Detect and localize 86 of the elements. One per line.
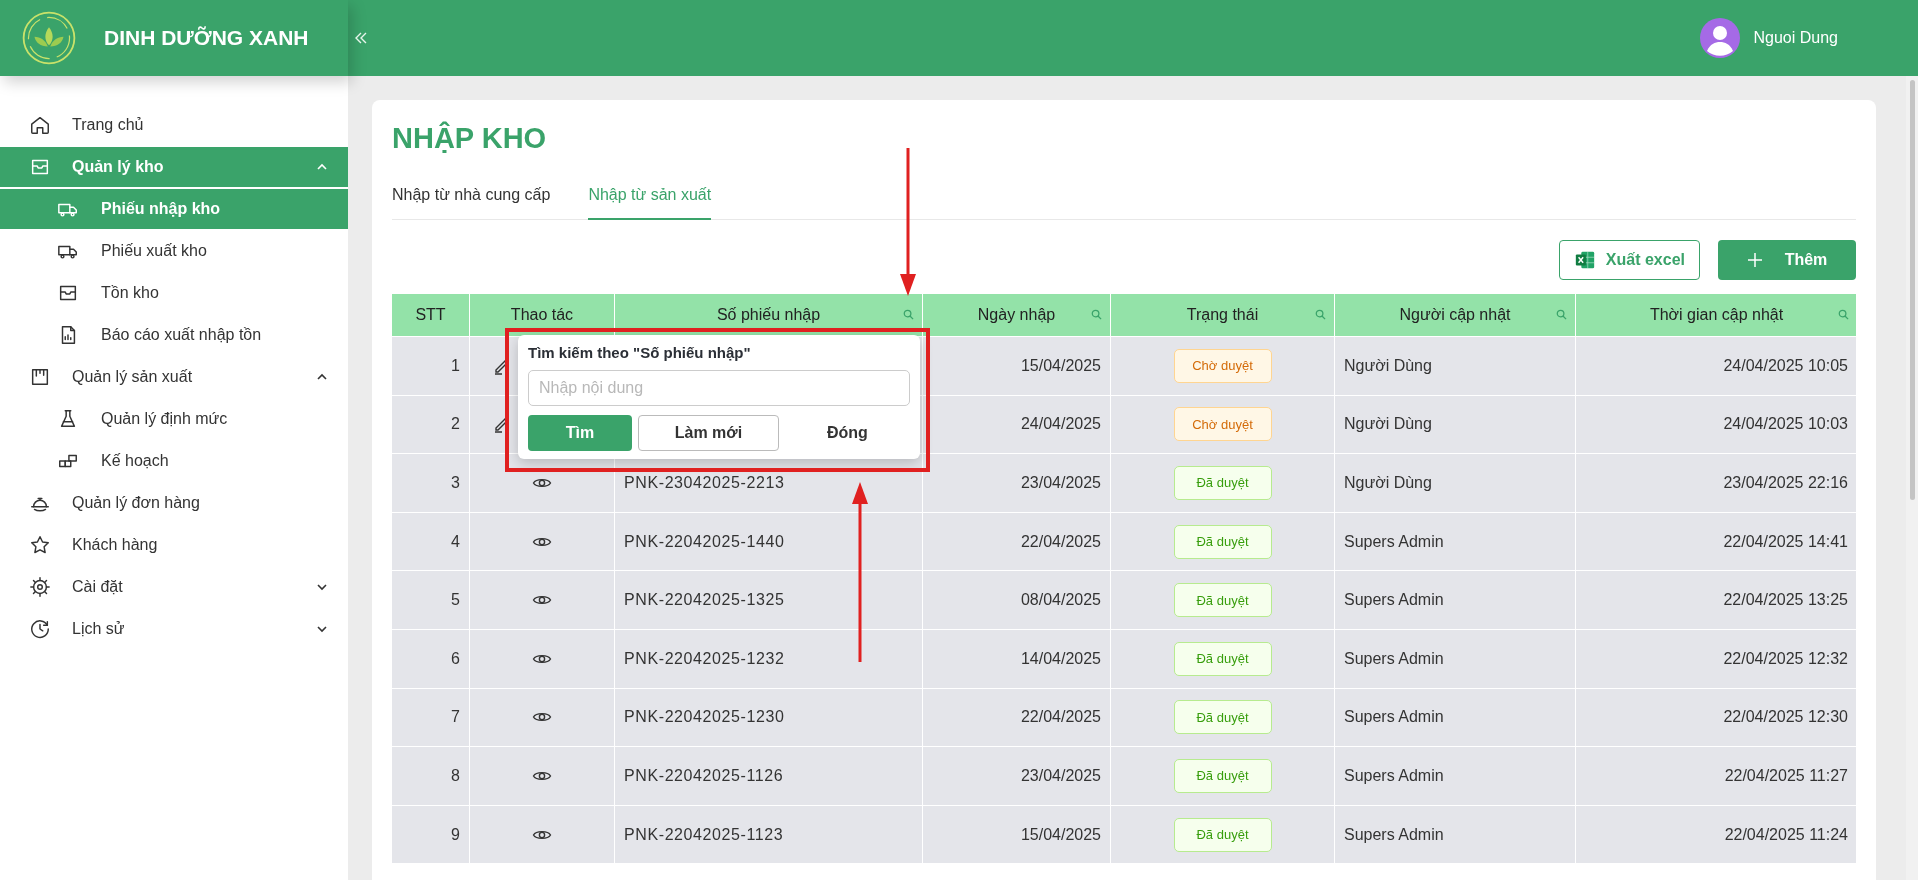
sidebar-item[interactable]: Cài đặt bbox=[0, 567, 348, 607]
status-badge: Đã duyệt bbox=[1173, 583, 1272, 618]
table-cell: 24/04/2025 bbox=[1020, 415, 1101, 434]
table-cell: 22/04/2025 14:41 bbox=[1723, 532, 1848, 551]
reset-button[interactable]: Làm mới bbox=[638, 415, 779, 451]
table-cell: 23/04/2025 22:16 bbox=[1723, 474, 1848, 492]
leaf-logo-icon bbox=[20, 9, 78, 67]
home-icon bbox=[29, 114, 51, 136]
sidebar-subitem[interactable]: Tồn kho bbox=[0, 273, 348, 313]
table-cell: 22/04/2025 11:27 bbox=[1724, 766, 1848, 785]
sidebar-subitem[interactable]: Báo cáo xuất nhập tồn bbox=[0, 315, 348, 355]
board-icon bbox=[29, 366, 51, 388]
table-cell: Người Dùng bbox=[1344, 356, 1432, 375]
plus-icon bbox=[1746, 252, 1763, 268]
table-cell: 7 bbox=[451, 708, 460, 727]
table-cell: 22/04/2025 11:24 bbox=[1724, 825, 1848, 844]
table-cell: 3 bbox=[451, 474, 460, 492]
table-cell: 5 bbox=[451, 591, 460, 610]
table-cell: 4 bbox=[451, 532, 460, 551]
status-badge: Đã duyệt bbox=[1173, 641, 1272, 676]
table-cell: Supers Admin bbox=[1344, 766, 1444, 785]
column-header: Ngày nhập bbox=[923, 294, 1111, 336]
scrollbar-thumb[interactable] bbox=[1909, 80, 1915, 500]
avatar-icon[interactable] bbox=[1699, 18, 1740, 58]
table-cell: Người Dùng bbox=[1344, 415, 1432, 434]
brand-name: DINH DƯỠNG XANH bbox=[104, 26, 309, 50]
collapse-icon[interactable] bbox=[354, 31, 368, 45]
table-cell: 15/04/2025 bbox=[1020, 825, 1101, 844]
table-cell: 6 bbox=[451, 649, 460, 668]
table-cell: 2 bbox=[451, 415, 460, 434]
table-cell: 08/04/2025 bbox=[1020, 591, 1101, 610]
table-cell: PNK-22042025-1126 bbox=[624, 766, 784, 785]
table-cell: Supers Admin bbox=[1344, 708, 1444, 727]
column-header: Thời gian cập nhật bbox=[1576, 294, 1858, 336]
table-cell: 14/04/2025 bbox=[1020, 649, 1101, 668]
table-cell: PNK-22042025-1123 bbox=[624, 825, 784, 844]
table-cell: 22/04/2025 13:25 bbox=[1723, 591, 1848, 610]
table-cell: 1 bbox=[451, 356, 460, 375]
search-input[interactable]: Nhập nội dung bbox=[528, 370, 910, 406]
column-header: Trạng thái bbox=[1111, 294, 1335, 336]
history-icon bbox=[29, 618, 51, 640]
table-cell: 9 bbox=[451, 825, 460, 844]
sidebar-item[interactable]: Lịch sử bbox=[0, 609, 348, 649]
spreadsheet-icon bbox=[1573, 249, 1596, 271]
table-cell: PNK-22042025-1325 bbox=[624, 591, 785, 610]
star-icon bbox=[29, 534, 51, 556]
status-badge: Đã duyệt bbox=[1173, 700, 1272, 735]
status-badge: Đã duyệt bbox=[1173, 758, 1272, 793]
table-cell: 23/04/2025 bbox=[1020, 766, 1101, 785]
tab[interactable]: Nhập từ nhà cung cấp bbox=[392, 178, 551, 220]
close-button[interactable]: Đóng bbox=[784, 415, 910, 451]
table-cell: PNK-22042025-1440 bbox=[624, 532, 785, 551]
table-cell: 24/04/2025 10:05 bbox=[1723, 356, 1848, 375]
sidebar-subitem[interactable]: Kế hoạch bbox=[0, 441, 348, 481]
popup-title: Tìm kiếm theo "Số phiếu nhập" bbox=[528, 344, 752, 361]
table-cell: Người Dùng bbox=[1344, 474, 1432, 492]
table-cell: 23/04/2025 bbox=[1020, 474, 1101, 492]
sidebar-item[interactable]: Quản lý sản xuất bbox=[0, 357, 348, 397]
sidebar-item[interactable]: Trang chủ bbox=[0, 105, 348, 145]
table-cell: PNK-22042025-1230 bbox=[624, 708, 785, 727]
table-cell: 8 bbox=[451, 766, 460, 785]
table-cell: 22/04/2025 bbox=[1020, 532, 1101, 551]
table-cell: Supers Admin bbox=[1344, 649, 1444, 668]
column-header: STT bbox=[392, 294, 470, 336]
table-cell: 22/04/2025 12:32 bbox=[1723, 649, 1848, 668]
status-badge: Đã duyệt bbox=[1173, 466, 1272, 500]
sidebar-item[interactable]: Khách hàng bbox=[0, 525, 348, 565]
settings-icon bbox=[29, 576, 51, 598]
table-cell: PNK-22042025-1232 bbox=[624, 649, 785, 668]
status-badge: Chờ duyệt bbox=[1173, 348, 1272, 383]
sidebar-subitem[interactable]: Quản lý định mức bbox=[0, 399, 348, 439]
table-cell: 22/04/2025 12:30 bbox=[1723, 708, 1848, 727]
table-cell: 15/04/2025 bbox=[1020, 356, 1101, 375]
status-badge: Đã duyệt bbox=[1173, 817, 1272, 852]
status-badge: Đã duyệt bbox=[1173, 524, 1272, 559]
column-header: Người cập nhật bbox=[1335, 294, 1576, 336]
table-cell: Supers Admin bbox=[1344, 591, 1444, 610]
table-cell: PNK-23042025-2213 bbox=[624, 474, 785, 492]
page-title: NHẬP KHO bbox=[392, 120, 548, 156]
sidebar-item[interactable]: Quản lý đơn hàng bbox=[0, 483, 348, 523]
table-cell: Supers Admin bbox=[1344, 532, 1444, 551]
table-cell: Supers Admin bbox=[1344, 825, 1444, 844]
table-cell: 22/04/2025 bbox=[1020, 708, 1101, 727]
status-badge: Chờ duyệt bbox=[1173, 407, 1272, 442]
sidebar-subitem[interactable]: Phiếu xuất kho bbox=[0, 231, 348, 271]
table-cell: 24/04/2025 10:03 bbox=[1723, 415, 1848, 434]
